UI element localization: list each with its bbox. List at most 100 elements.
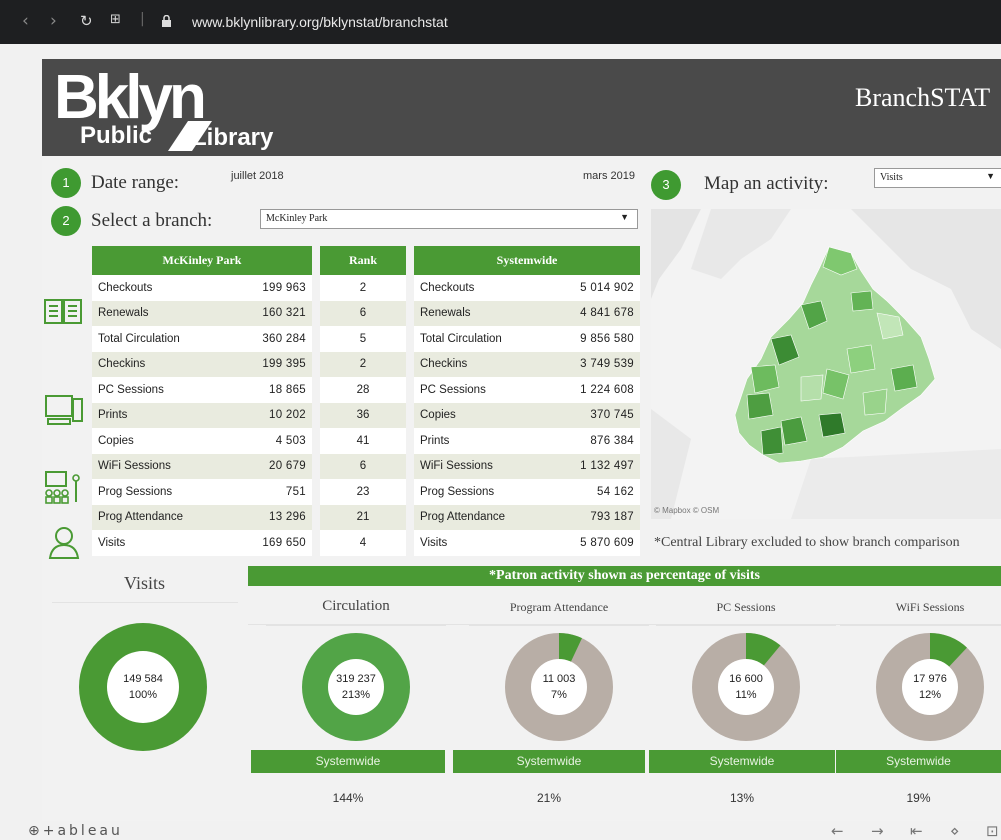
share-icon[interactable]: ⋄ [950,822,959,840]
donut-label: 319 237 213% [306,671,406,703]
donut-label: 16 600 11% [696,671,796,703]
row-value: 18 865 [231,377,312,403]
lock-icon [162,15,171,27]
apps-icon[interactable]: ⊞ [110,12,121,27]
date-start[interactable]: juillet 2018 [231,170,284,182]
systemwide-percent: 144% [332,791,364,805]
row-value: 13 296 [231,504,312,530]
table-row: Copies 4 503 [92,428,312,454]
row-value: 370 745 [548,402,640,428]
row-value: 5 870 609 [548,530,640,556]
row-label: Renewals [414,300,549,326]
donut-percent: 100% [128,689,158,701]
table-row: Prog Sessions 751 [92,479,312,505]
select-branch-label: Select a branch: [91,210,213,231]
date-range-label: Date range: [91,172,180,193]
redo-icon[interactable]: → [871,822,884,840]
tableau-brand: +ableau [42,823,123,839]
table-row: 28 [320,377,406,403]
dashboard: Bklyn Public Library BranchSTAT 1 Date r… [42,59,1001,821]
forward-icon[interactable]: › [50,11,57,31]
row-value: 4 841 678 [548,300,640,326]
row-value: 54 162 [548,479,640,505]
row-rank: 2 [320,275,406,301]
table-row: Visits 5 870 609 [414,530,640,556]
row-label: Renewals [92,300,232,326]
row-label: Visits [92,530,232,556]
row-value: 876 384 [548,428,640,454]
divider [840,625,1001,626]
tableau-logo[interactable]: ⊕+ableau [28,823,123,839]
donut-value: 319 237 [336,673,376,685]
logo-text-library: Library [192,124,274,151]
systemwide-button[interactable]: Systemwide [649,750,835,773]
row-value: 20 679 [231,453,312,479]
activity-select[interactable]: Visits ▼ [874,168,1001,188]
row-rank: 41 [320,428,406,454]
donut-title: PC Sessions [716,600,776,614]
table-row: 4 [320,530,406,556]
row-rank: 21 [320,504,406,530]
row-label: Prog Attendance [414,504,549,530]
row-label: Checkins [92,351,232,377]
row-label: Prints [414,428,549,454]
undo-icon[interactable]: ← [831,822,844,840]
row-rank: 6 [320,300,406,326]
table-row: Checkouts 5 014 902 [414,275,640,301]
program-icon [45,471,80,504]
table-row: 2 [320,351,406,377]
systemwide-button[interactable]: Systemwide [251,750,445,773]
row-label: Total Circulation [92,326,232,352]
systemwide-button[interactable]: Systemwide [836,750,1001,773]
table-row: 41 [320,428,406,454]
row-value: 160 321 [231,300,312,326]
branch-select-value: McKinley Park [266,213,328,224]
systemwide-button[interactable]: Systemwide [453,750,645,773]
table-row: Prog Attendance 793 187 [414,504,640,530]
table-row: Prog Sessions 54 162 [414,479,640,505]
row-label: Visits [414,530,549,556]
row-value: 199 963 [231,275,312,301]
table-row: Prints 876 384 [414,428,640,454]
revert-icon[interactable]: ⇤ [910,822,923,840]
donut-label: 149 584 100% [93,671,193,703]
reload-icon[interactable]: ↻ [80,12,93,30]
table-row: Renewals 160 321 [92,300,312,326]
step-2-badge: 2 [51,206,81,236]
donut-value: 17 976 [913,673,947,685]
row-value: 360 284 [231,326,312,352]
donut-title: Program Attendance [509,600,609,614]
divider [469,625,649,626]
back-icon[interactable]: ‹ [22,11,29,31]
systemwide-percent: 13% [729,791,755,805]
address-bar[interactable]: www.bklynlibrary.org/bklynstat/branchsta… [192,14,448,30]
step-1-badge: 1 [51,168,81,198]
branch-select[interactable]: McKinley Park ▼ [260,209,638,229]
fullscreen-icon[interactable]: ⊡ [986,822,999,840]
table-row: Total Circulation 360 284 [92,326,312,352]
row-label: Checkouts [92,275,232,301]
map-canvas[interactable] [651,209,1001,519]
table-row: 6 [320,453,406,479]
patron-activity-banner: *Patron activity shown as percentage of … [248,566,1001,586]
row-value: 5 014 902 [548,275,640,301]
row-rank: 6 [320,453,406,479]
row-label: WiFi Sessions [414,453,549,479]
donut-percent: 12% [918,689,942,701]
brooklyn-map[interactable] [651,209,1001,519]
date-end[interactable]: mars 2019 [583,170,635,182]
table-row: WiFi Sessions 20 679 [92,453,312,479]
branch-table: McKinley Park Checkouts 199 963 Renewals 16… [92,246,312,556]
row-label: Copies [92,428,232,454]
row-value: 1 132 497 [548,453,640,479]
systemwide-header: Systemwide [414,246,640,275]
donut-label: 11 003 7% [509,671,609,703]
table-row: PC Sessions 1 224 608 [414,377,640,403]
page-title: BranchSTAT [855,83,991,112]
table-row: Checkins 199 395 [92,351,312,377]
divider: | [140,11,145,27]
row-rank: 2 [320,351,406,377]
table-row: Renewals 4 841 678 [414,300,640,326]
row-label: Checkouts [414,275,549,301]
systemwide-percent: 21% [536,791,562,805]
